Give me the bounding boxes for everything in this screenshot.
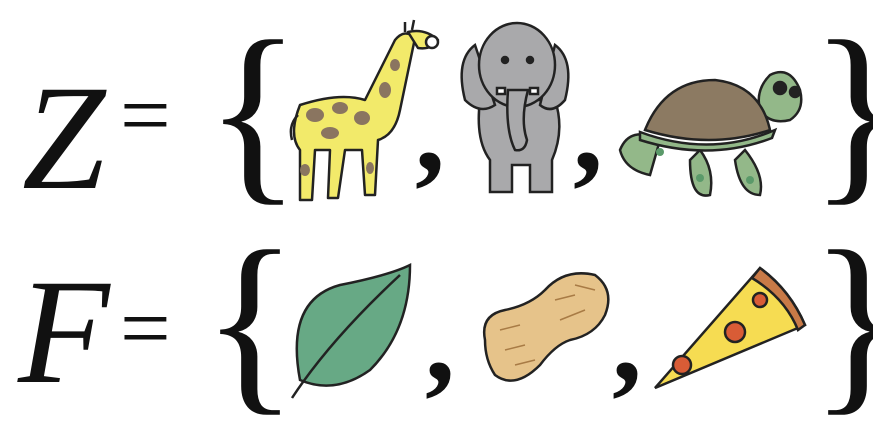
peanut-icon [482, 272, 610, 382]
turtle-icon [618, 70, 803, 197]
equals-sign: = [120, 279, 171, 378]
set-f: F = { , , } [17, 211, 873, 431]
separator-comma: , [425, 273, 455, 406]
separator-comma: , [415, 63, 445, 196]
close-brace: } [810, 211, 873, 431]
separator-comma: , [573, 63, 603, 196]
variable-z: Z [22, 55, 107, 221]
equals-sign: = [120, 66, 171, 165]
variable-f: F [17, 249, 111, 415]
pizza-icon [654, 266, 807, 390]
open-brace: { [202, 211, 298, 431]
set-diagram: Z = { , , F = {, , [17, 1, 873, 431]
close-brace: } [810, 1, 873, 222]
open-brace: { [205, 1, 301, 222]
elephant-icon [460, 21, 570, 194]
separator-comma: , [612, 273, 642, 406]
leaf-icon [290, 262, 412, 399]
set-z: Z = { , , [22, 1, 873, 222]
